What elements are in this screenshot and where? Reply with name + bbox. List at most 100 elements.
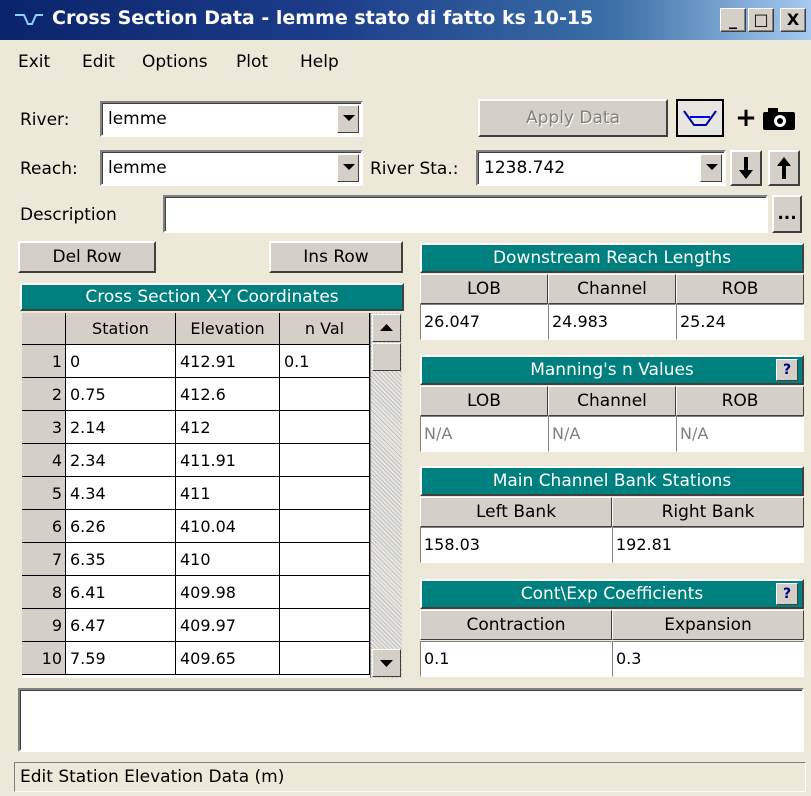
plot-cross-section-button[interactable] (676, 99, 724, 137)
expansion-header: Expansion (612, 610, 804, 640)
cell-elevation[interactable]: 409.98 (176, 576, 280, 609)
left-bank-input[interactable]: 158.03 (420, 527, 612, 563)
menu-plot[interactable]: Plot (236, 52, 268, 72)
expansion-input[interactable]: 0.3 (612, 641, 804, 677)
cell-station[interactable]: 6.26 (66, 510, 176, 543)
cell-elevation[interactable]: 409.97 (176, 609, 280, 642)
cell-station[interactable]: 2.14 (66, 411, 176, 444)
coefficients-help-icon[interactable]: ? (776, 583, 798, 605)
cell-nval[interactable] (280, 543, 370, 576)
river-sta-value: 1238.742 (484, 158, 566, 178)
column-header-elevation[interactable]: Elevation (176, 313, 280, 345)
row-number: 9 (22, 609, 66, 642)
cell-elevation[interactable]: 412.91 (176, 345, 280, 378)
cell-nval[interactable] (280, 576, 370, 609)
reach-select[interactable]: lemme (100, 150, 363, 186)
river-select[interactable]: lemme (100, 101, 363, 137)
left-bank-header: Left Bank (420, 497, 612, 527)
menu-exit[interactable]: Exit (18, 52, 50, 72)
downstream-lob-header: LOB (420, 274, 548, 304)
next-downstream-button[interactable] (730, 150, 762, 186)
column-header-station[interactable]: Station (66, 313, 176, 345)
cell-nval[interactable] (280, 510, 370, 543)
mannings-channel-input[interactable]: N/A (548, 416, 676, 452)
cell-elevation[interactable]: 411 (176, 477, 280, 510)
cross-section-app-icon (15, 14, 43, 25)
downstream-lob-input[interactable]: 26.047 (420, 304, 548, 340)
river-sta-label: River Sta.: (370, 159, 459, 179)
apply-data-button[interactable]: Apply Data (478, 99, 668, 137)
row-number: 1 (22, 345, 66, 378)
cell-station[interactable]: 6.35 (66, 543, 176, 576)
chevron-down-icon[interactable] (337, 154, 359, 182)
xy-coordinates-table[interactable]: Station Elevation n Val 1 0 412.91 0.1 2 0.75 412… (22, 313, 402, 678)
cell-elevation[interactable]: 409.65 (176, 642, 280, 675)
mannings-lob-input[interactable]: N/A (420, 416, 548, 452)
river-sta-select[interactable]: 1238.742 (476, 150, 726, 186)
status-bar: Edit Station Elevation Data (m) (14, 762, 806, 792)
cell-station[interactable]: 4.34 (66, 477, 176, 510)
arrow-down-icon (739, 157, 753, 179)
downstream-title: Downstream Reach Lengths (420, 243, 804, 273)
mannings-help-icon[interactable]: ? (776, 359, 798, 381)
row-number: 4 (22, 444, 66, 477)
arrow-up-icon (777, 157, 791, 179)
row-number: 6 (22, 510, 66, 543)
cell-elevation[interactable]: 412 (176, 411, 280, 444)
notes-area[interactable] (18, 688, 804, 752)
menu-options[interactable]: Options (142, 52, 208, 72)
downstream-rob-header: ROB (676, 274, 804, 304)
description-browse-button[interactable]: ... (772, 195, 802, 233)
cell-station[interactable]: 2.34 (66, 444, 176, 477)
cell-nval[interactable] (280, 477, 370, 510)
downstream-channel-input[interactable]: 24.983 (548, 304, 676, 340)
cell-elevation[interactable]: 411.91 (176, 444, 280, 477)
next-upstream-button[interactable] (768, 150, 800, 186)
chevron-down-icon[interactable] (700, 154, 722, 182)
cell-nval[interactable] (280, 609, 370, 642)
maximize-button[interactable]: □ (748, 8, 774, 32)
minimize-button[interactable]: _ (720, 8, 746, 32)
column-header-nval[interactable]: n Val (280, 313, 370, 345)
del-row-button[interactable]: Del Row (18, 241, 156, 273)
contraction-input[interactable]: 0.1 (420, 641, 612, 677)
cell-elevation[interactable]: 412.6 (176, 378, 280, 411)
scroll-thumb[interactable] (372, 343, 401, 371)
menu-edit[interactable]: Edit (82, 52, 115, 72)
camera-icon[interactable] (760, 106, 800, 132)
cell-station[interactable]: 0 (65, 344, 177, 379)
row-number: 7 (22, 543, 66, 576)
cell-nval[interactable] (280, 411, 370, 444)
cell-nval[interactable]: 0.1 (280, 345, 370, 378)
scroll-up-icon[interactable] (372, 314, 401, 342)
chevron-down-icon[interactable] (337, 105, 359, 133)
row-number: 5 (22, 477, 66, 510)
menu-help[interactable]: Help (300, 52, 339, 72)
window-title: Cross Section Data - lemme stato di fatt… (52, 7, 594, 29)
cell-station[interactable]: 0.75 (66, 378, 176, 411)
row-number: 2 (22, 378, 66, 411)
ins-row-button[interactable]: Ins Row (269, 241, 403, 273)
cell-nval[interactable] (280, 378, 370, 411)
mannings-channel-header: Channel (548, 386, 676, 416)
add-cross-section-icon[interactable]: + (732, 100, 760, 136)
right-bank-input[interactable]: 192.81 (612, 527, 804, 563)
cell-station[interactable]: 6.47 (66, 609, 176, 642)
downstream-channel-header: Channel (548, 274, 676, 304)
cell-station[interactable]: 7.59 (66, 642, 176, 675)
description-field[interactable] (163, 195, 768, 233)
cell-elevation[interactable]: 410.04 (176, 510, 280, 543)
close-button[interactable]: X (780, 8, 806, 32)
downstream-rob-input[interactable]: 25.24 (676, 304, 804, 340)
cell-elevation[interactable]: 410 (176, 543, 280, 576)
cell-nval[interactable] (280, 642, 370, 675)
coefficients-title: Cont\Exp Coefficients (420, 579, 804, 609)
status-text: Edit Station Elevation Data (m) (20, 767, 285, 787)
contraction-header: Contraction (420, 610, 612, 640)
title-bar[interactable]: Cross Section Data - lemme stato di fatt… (0, 0, 811, 40)
mannings-rob-input[interactable]: N/A (676, 416, 804, 452)
river-label: River: (20, 110, 70, 130)
scroll-down-icon[interactable] (372, 649, 401, 677)
cell-nval[interactable] (280, 444, 370, 477)
cell-station[interactable]: 6.41 (66, 576, 176, 609)
